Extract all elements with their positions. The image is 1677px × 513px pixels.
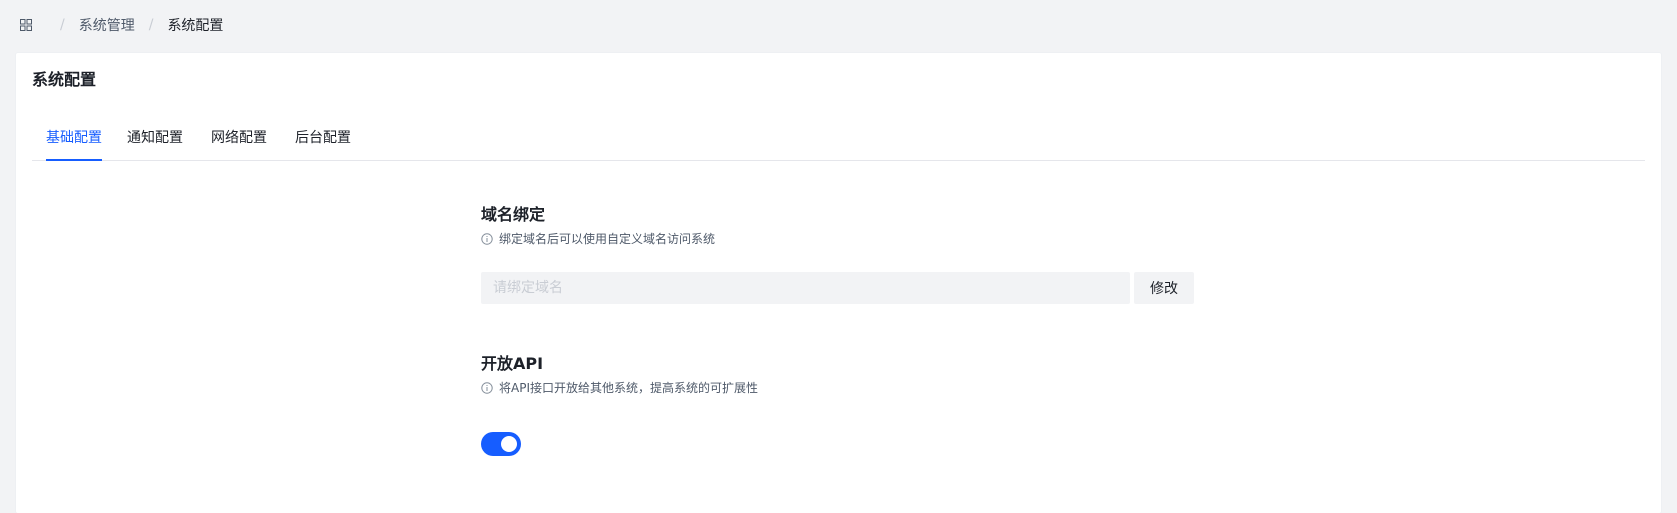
api-section-title: 开放API xyxy=(481,354,544,373)
domain-desc-text: 绑定域名后可以使用自定义域名访问系统 xyxy=(499,232,716,246)
modify-button[interactable]: 修改 xyxy=(1134,272,1194,304)
domain-section-desc: 绑定域名后可以使用自定义域名访问系统 xyxy=(481,230,715,247)
tab-basic-config[interactable]: 基础配置 xyxy=(46,120,102,161)
breadcrumb-separator: / xyxy=(148,17,154,33)
breadcrumb-item-system-management[interactable]: 系统管理 xyxy=(79,15,135,35)
domain-section-title: 域名绑定 xyxy=(481,205,546,224)
breadcrumb-separator: / xyxy=(60,17,65,33)
api-desc-text: 将API接口开放给其他系统，提高系统的可扩展性 xyxy=(499,381,758,395)
breadcrumb: / 系统管理 / 系统配置 xyxy=(20,15,223,35)
breadcrumb-item-system-config: 系统配置 xyxy=(167,18,224,34)
card-title: 系统配置 xyxy=(32,70,97,89)
config-card: 系统配置 基础配置 通知配置 网络配置 后台配置 域名绑定 绑定域名后可以使用自… xyxy=(16,53,1661,513)
info-icon xyxy=(481,381,493,394)
tab-notification-config[interactable]: 通知配置 xyxy=(127,120,183,160)
tab-network-config[interactable]: 网络配置 xyxy=(211,120,267,160)
tab-backend-config[interactable]: 后台配置 xyxy=(295,120,351,160)
api-toggle-switch[interactable] xyxy=(481,432,521,456)
api-section-desc: 将API接口开放给其他系统，提高系统的可扩展性 xyxy=(481,379,758,396)
domain-input[interactable] xyxy=(481,272,1130,304)
apps-icon xyxy=(20,19,32,31)
tab-bar: 基础配置 通知配置 网络配置 后台配置 xyxy=(32,120,1645,161)
switch-knob xyxy=(501,436,517,452)
info-icon xyxy=(481,232,493,245)
